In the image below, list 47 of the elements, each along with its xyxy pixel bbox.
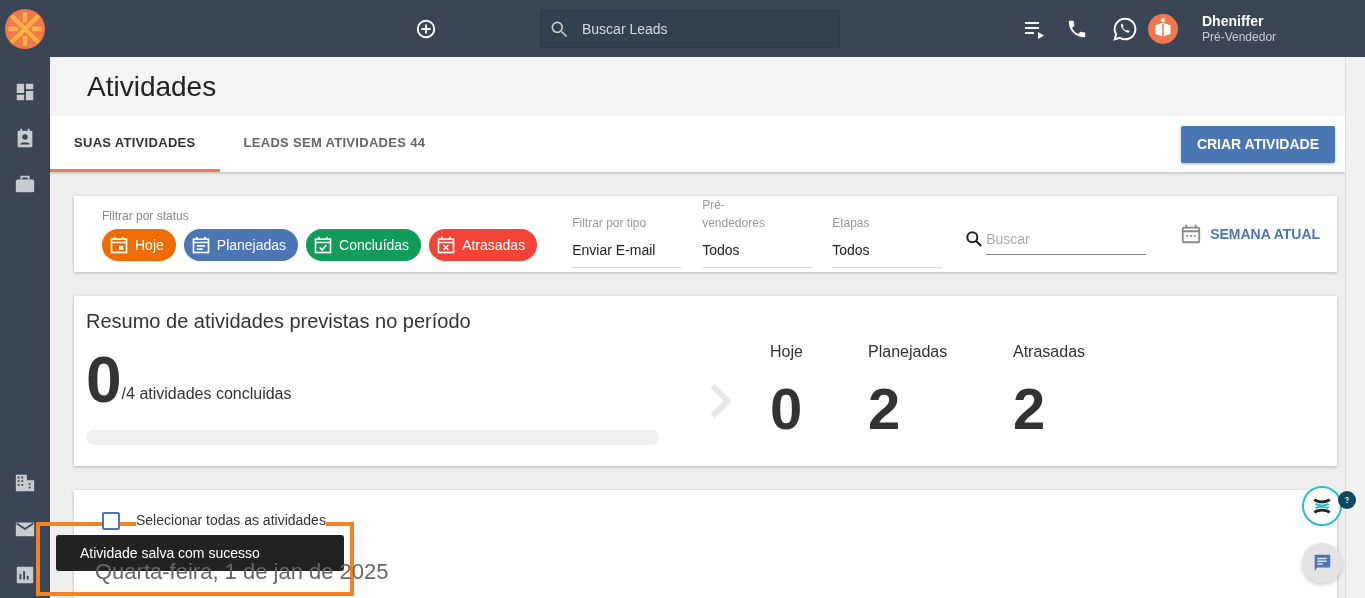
avatar-icon[interactable]	[1148, 13, 1178, 44]
building-icon[interactable]	[14, 472, 36, 494]
select-field[interactable]: Filtrar por tipo Enviar E-mail	[572, 202, 683, 268]
stat-value: 2	[1013, 380, 1047, 438]
calendar-check-icon	[313, 235, 334, 255]
bar-chart-icon[interactable]	[14, 564, 36, 586]
field-label: Filtrar por tipo	[572, 215, 648, 232]
dashboard-icon[interactable]	[14, 81, 36, 103]
stat-value: 2	[868, 380, 902, 438]
add-icon[interactable]	[415, 17, 437, 40]
question-icon	[1342, 495, 1352, 505]
status-filter-chip[interactable]: Hoje	[102, 229, 176, 261]
page-title: Atividades	[50, 57, 1345, 116]
field-value: Enviar E-mail	[572, 241, 657, 260]
tab[interactable]: LEADS SEM ATIVIDADES 44	[219, 116, 450, 172]
stat-label: Planejadas	[868, 342, 949, 362]
status-filter-chip[interactable]: Planejadas	[183, 229, 299, 261]
calendar-icon	[1180, 223, 1203, 245]
create-activity-button[interactable]: CRIAR ATIVIDADE	[1180, 125, 1335, 163]
select-field[interactable]: Pré-vendedores Todos	[702, 202, 813, 268]
help-button[interactable]	[1302, 486, 1342, 526]
select-all-checkbox[interactable]	[102, 511, 120, 530]
stat-label: Hoje	[770, 342, 804, 362]
done-count: 0	[86, 348, 122, 412]
period-button[interactable]: SEMANA ATUAL	[1174, 222, 1327, 246]
field-label: Etapas	[832, 215, 871, 232]
tab[interactable]: SUAS ATIVIDADES	[50, 116, 220, 172]
user-role: Pré-Vendedor	[1202, 28, 1277, 45]
calendar-list-icon	[190, 235, 211, 255]
stat-label: Atrasadas	[1013, 342, 1087, 362]
summary-title: Resumo de atividades previstas no período	[86, 309, 472, 334]
status-filter-chip[interactable]: Atrasadas	[429, 229, 538, 261]
field-value: Todos	[832, 241, 871, 260]
search-field[interactable]: Buscar Leads	[540, 9, 840, 48]
chat-bubble-icon[interactable]	[1112, 15, 1138, 42]
calendar-today-icon	[109, 235, 129, 255]
done-caption: /4 atividades concluidas	[121, 385, 292, 402]
user-name: Dheniffer	[1202, 12, 1265, 29]
field-value: Todos	[702, 241, 741, 260]
calendar-x-icon	[436, 235, 457, 255]
select-field[interactable]: Etapas Todos	[832, 202, 943, 268]
briefcase-icon[interactable]	[14, 173, 36, 195]
stat-value: 0	[770, 380, 804, 438]
logo-icon[interactable]	[5, 8, 45, 49]
search-icon	[964, 229, 985, 249]
status-filter-chip[interactable]: Concluídas	[306, 229, 422, 261]
filter-label: Filtrar por status	[102, 208, 190, 225]
